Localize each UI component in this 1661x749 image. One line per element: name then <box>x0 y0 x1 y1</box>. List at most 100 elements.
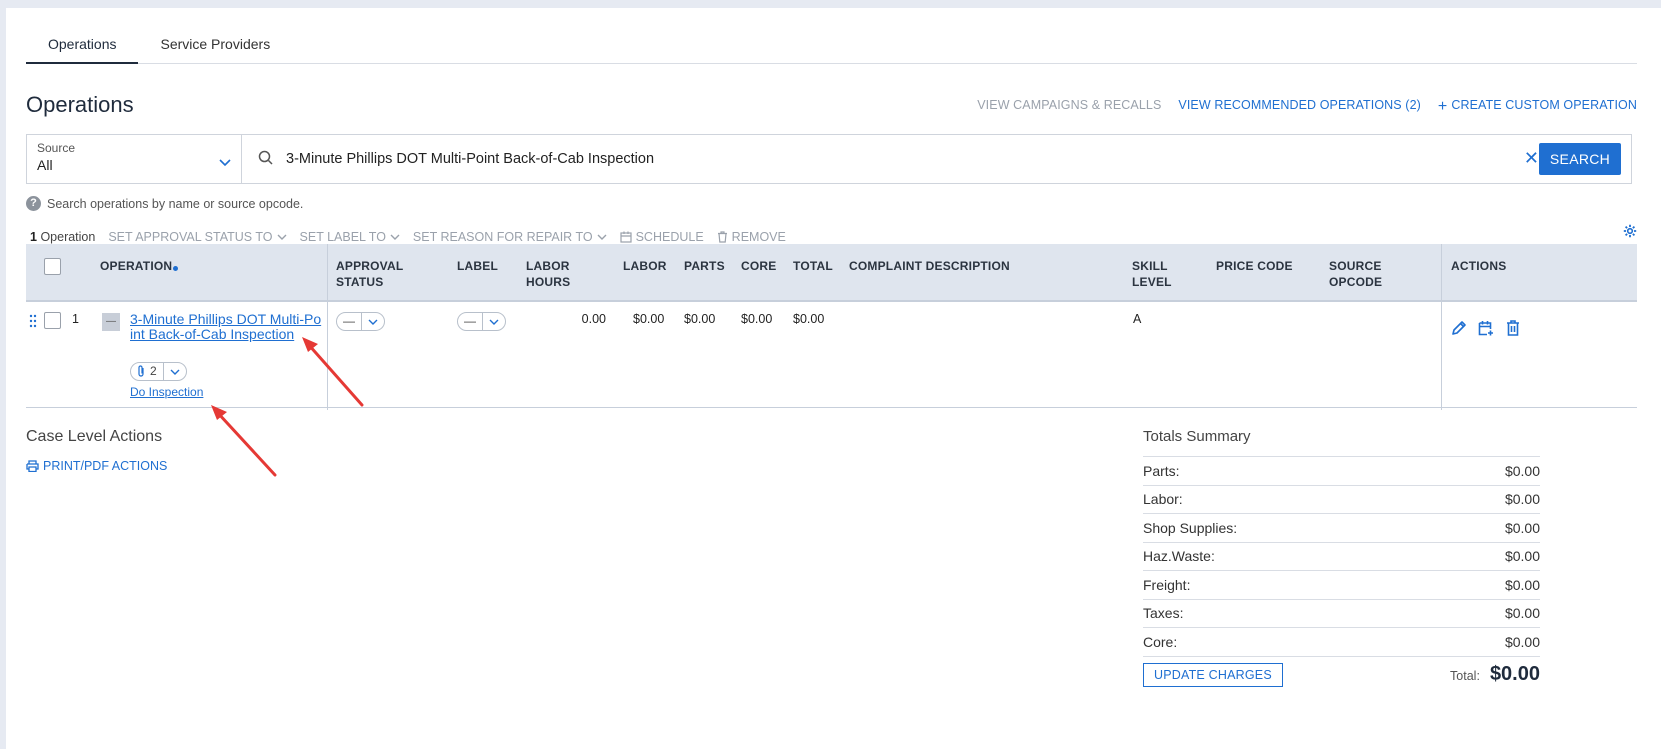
label-chevron <box>483 313 505 330</box>
col-approval-line1: APPROVAL <box>336 259 404 273</box>
search-input[interactable] <box>286 145 1436 173</box>
chevron-down-icon <box>170 369 180 375</box>
chevron-down-icon <box>597 234 607 240</box>
bulk-actions-bar: 1 Operation SET APPROVAL STATUS TO SET L… <box>30 230 786 244</box>
search-button[interactable]: SEARCH <box>1539 143 1621 175</box>
totals-summary: Totals Summary Parts: $0.00 Labor: $0.00 S… <box>1143 428 1540 693</box>
attachments-dropdown[interactable]: 2 <box>130 362 187 381</box>
totals-label: Core: <box>1143 633 1178 650</box>
plus-icon: + <box>1437 98 1448 115</box>
collapse-row-button[interactable]: — <box>102 313 120 331</box>
col-operation-label: OPERATION <box>100 259 173 273</box>
totals-value: $0.00 <box>1504 462 1540 479</box>
paperclip-icon <box>138 365 144 377</box>
chevron-down-icon <box>390 234 400 240</box>
core-value: $0.00 <box>741 312 773 326</box>
col-operation[interactable]: OPERATION <box>100 258 179 274</box>
grand-total-label: Total: <box>1450 669 1480 683</box>
column-divider <box>327 244 328 410</box>
totals-label: Freight: <box>1143 576 1191 593</box>
search-row: Source All ✕ SEARCH <box>26 134 1632 184</box>
totals-row-labor: Labor: $0.00 <box>1143 486 1540 514</box>
col-price-code: PRICE CODE <box>1216 259 1293 273</box>
col-core: CORE <box>741 259 777 273</box>
labor-hours-value: 0.00 <box>581 312 606 326</box>
col-skill-line2: LEVEL <box>1132 275 1172 289</box>
do-inspection-link[interactable]: Do Inspection <box>130 385 203 399</box>
operation-count: 1 Operation <box>30 230 95 244</box>
source-select[interactable]: Source All <box>27 135 242 183</box>
col-skill-level: SKILL LEVEL <box>1132 258 1172 290</box>
print-pdf-actions-link[interactable]: PRINT/PDF ACTIONS <box>26 459 167 473</box>
sort-indicator-icon <box>173 266 179 271</box>
source-label: Source <box>37 141 76 155</box>
table-row: 1 — 3-Minute Phillips DOT Multi-Point Ba… <box>26 302 1637 408</box>
create-custom-operation-link[interactable]: + CREATE CUSTOM OPERATION <box>1438 98 1637 116</box>
attachment-count: 2 <box>131 363 163 380</box>
settings-gear-icon[interactable] <box>1623 224 1637 238</box>
col-skill-line1: SKILL <box>1132 259 1168 273</box>
select-all-checkbox[interactable] <box>44 258 61 275</box>
operation-count-number: 1 <box>30 230 37 244</box>
clear-search-icon[interactable]: ✕ <box>1524 148 1539 169</box>
approval-status-dropdown[interactable]: — <box>336 312 385 331</box>
totals-value: $0.00 <box>1504 548 1540 565</box>
set-approval-status-dropdown[interactable]: SET APPROVAL STATUS TO <box>108 230 287 244</box>
search-hint-text: Search operations by name or source opco… <box>47 196 304 211</box>
totals-value: $0.00 <box>1504 605 1540 622</box>
main-panel: Operations Service Providers Operations … <box>6 8 1661 749</box>
chevron-down-icon <box>219 159 231 167</box>
trash-icon <box>717 231 727 243</box>
help-icon: ? <box>26 196 41 211</box>
delete-trash-icon[interactable] <box>1506 320 1520 336</box>
approval-status-value: — <box>343 314 355 328</box>
totals-row-haz-waste: Haz.Waste: $0.00 <box>1143 543 1540 571</box>
skill-level-value: A <box>1133 312 1142 326</box>
annotation-arrow-2 <box>215 410 277 477</box>
printer-icon <box>26 460 39 472</box>
view-campaigns-link[interactable]: VIEW CAMPAIGNS & RECALLS <box>977 98 1161 116</box>
edit-pencil-icon[interactable] <box>1451 320 1467 336</box>
operation-name-link[interactable]: 3-Minute Phillips DOT Multi-Point Back-o… <box>130 312 322 342</box>
set-label-dropdown[interactable]: SET LABEL TO <box>300 230 400 244</box>
tab-service-providers[interactable]: Service Providers <box>138 24 292 64</box>
schedule-label: SCHEDULE <box>635 230 704 244</box>
search-hint: ? Search operations by name or source op… <box>26 196 303 211</box>
remove-label: REMOVE <box>731 230 786 244</box>
totals-row-core: Core: $0.00 <box>1143 628 1540 657</box>
col-approval-status: APPROVAL STATUS <box>336 258 403 290</box>
col-labor-hours: LABOR HOURS <box>526 258 570 290</box>
totals-label: Labor: <box>1143 491 1183 508</box>
parts-value: $0.00 <box>684 312 716 326</box>
view-recommended-link[interactable]: VIEW RECOMMENDED OPERATIONS (2) <box>1178 98 1420 116</box>
schedule-action[interactable]: SCHEDULE <box>619 230 704 244</box>
col-labor-hours-line1: LABOR <box>526 259 570 273</box>
row-checkbox[interactable] <box>44 312 61 329</box>
table-header: OPERATION APPROVAL STATUS LABEL LABOR HOUR… <box>26 244 1637 302</box>
labor-value: $0.00 <box>633 312 665 326</box>
remove-action[interactable]: REMOVE <box>717 230 786 244</box>
col-source-opcode: SOURCE OPCODE <box>1329 258 1382 290</box>
totals-label: Taxes: <box>1143 605 1184 622</box>
tab-operations[interactable]: Operations <box>26 24 139 64</box>
attachment-count-value: 2 <box>150 364 157 378</box>
totals-value: $0.00 <box>1504 633 1540 650</box>
search-field: ✕ SEARCH <box>242 135 1631 183</box>
totals-value: $0.00 <box>1504 519 1540 536</box>
totals-value: $0.00 <box>1504 576 1540 593</box>
totals-summary-title: Totals Summary <box>1143 428 1540 457</box>
set-label-label: SET LABEL TO <box>299 230 386 244</box>
set-reason-dropdown[interactable]: SET REASON FOR REPAIR TO <box>413 230 607 244</box>
column-divider <box>1441 244 1442 410</box>
tab-bar: Operations Service Providers <box>26 24 1637 64</box>
set-reason-label: SET REASON FOR REPAIR TO <box>412 230 593 244</box>
col-parts: PARTS <box>684 259 725 273</box>
totals-value: $0.00 <box>1504 491 1540 508</box>
label-value: — <box>464 314 476 328</box>
label-dropdown[interactable]: — <box>457 312 506 331</box>
schedule-calendar-icon[interactable] <box>1478 320 1494 336</box>
chevron-down-icon <box>368 319 378 325</box>
col-complaint-description: COMPLAINT DESCRIPTION <box>849 259 1010 273</box>
drag-handle-icon[interactable] <box>29 314 37 328</box>
update-charges-button[interactable]: UPDATE CHARGES <box>1143 662 1283 687</box>
